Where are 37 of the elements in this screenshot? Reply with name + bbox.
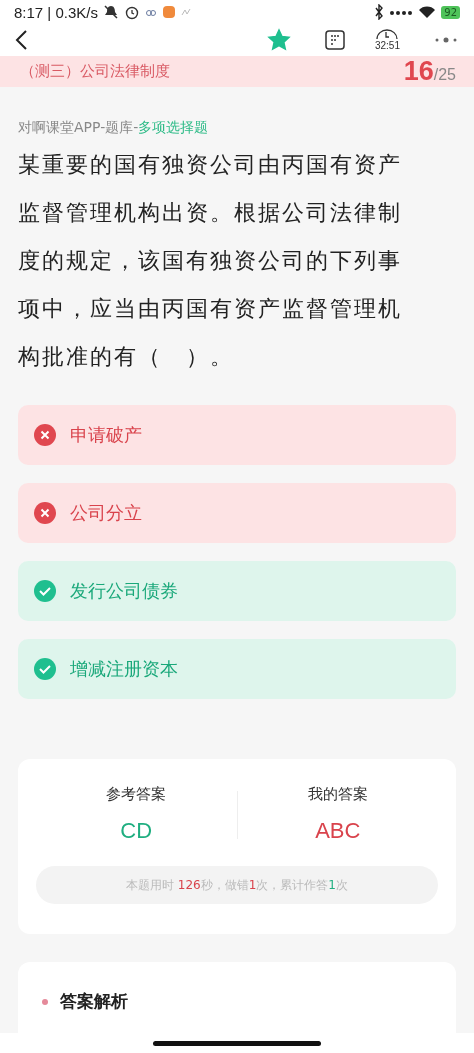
question-source: 对啊课堂APP-题库-多项选择题 bbox=[18, 119, 210, 137]
cross-icon bbox=[34, 502, 56, 524]
chapter-title: （测三）公司法律制度 bbox=[20, 62, 170, 81]
timer-text: 32:51 bbox=[374, 40, 400, 52]
signal-icon bbox=[180, 7, 191, 18]
bluetooth-icon bbox=[374, 4, 385, 21]
answer-option[interactable]: 申请破产 bbox=[18, 405, 456, 465]
battery-indicator: 92 bbox=[441, 5, 460, 19]
reference-answer-label: 参考答案 bbox=[106, 785, 167, 804]
alarm-icon bbox=[123, 4, 140, 21]
question-text: 某重要的国有独资公司由丙国有资产监督管理机构出资。根据公司法律制度的规定，该国有独资公司的下列事项中，应当由丙国有资产监督管理机构批准的有（ ）。 bbox=[18, 151, 403, 371]
answer-option[interactable]: 发行公司债券 bbox=[18, 561, 456, 621]
reference-answer: CD bbox=[120, 818, 153, 844]
check-icon bbox=[34, 580, 56, 602]
app-icon bbox=[161, 5, 176, 20]
answer-option[interactable]: 增减注册资本 bbox=[18, 639, 456, 699]
more-icon[interactable] bbox=[434, 36, 458, 45]
option-label: 申请破产 bbox=[70, 423, 142, 447]
mute-icon bbox=[102, 4, 119, 21]
option-label: 公司分立 bbox=[70, 501, 142, 525]
star-icon[interactable] bbox=[266, 28, 291, 53]
option-label: 增减注册资本 bbox=[70, 657, 178, 681]
clock-icon bbox=[376, 29, 399, 41]
my-answer: ABC bbox=[315, 818, 361, 844]
answer-option[interactable]: 公司分立 bbox=[18, 483, 456, 543]
question-counter: 16/25 bbox=[403, 56, 456, 87]
analysis-title: 答案解析 bbox=[60, 990, 128, 1013]
answer-sheet-icon[interactable] bbox=[324, 30, 345, 51]
option-label: 发行公司债券 bbox=[70, 579, 178, 603]
check-icon bbox=[34, 658, 56, 680]
cellular-icon bbox=[389, 8, 414, 17]
status-time: 8:17 | 0.3K/s bbox=[14, 3, 98, 21]
bullet-icon bbox=[42, 998, 48, 1005]
back-button[interactable] bbox=[14, 29, 28, 52]
my-answer-label: 我的答案 bbox=[307, 785, 368, 804]
wifi-icon bbox=[418, 5, 437, 20]
cross-icon bbox=[34, 424, 56, 446]
